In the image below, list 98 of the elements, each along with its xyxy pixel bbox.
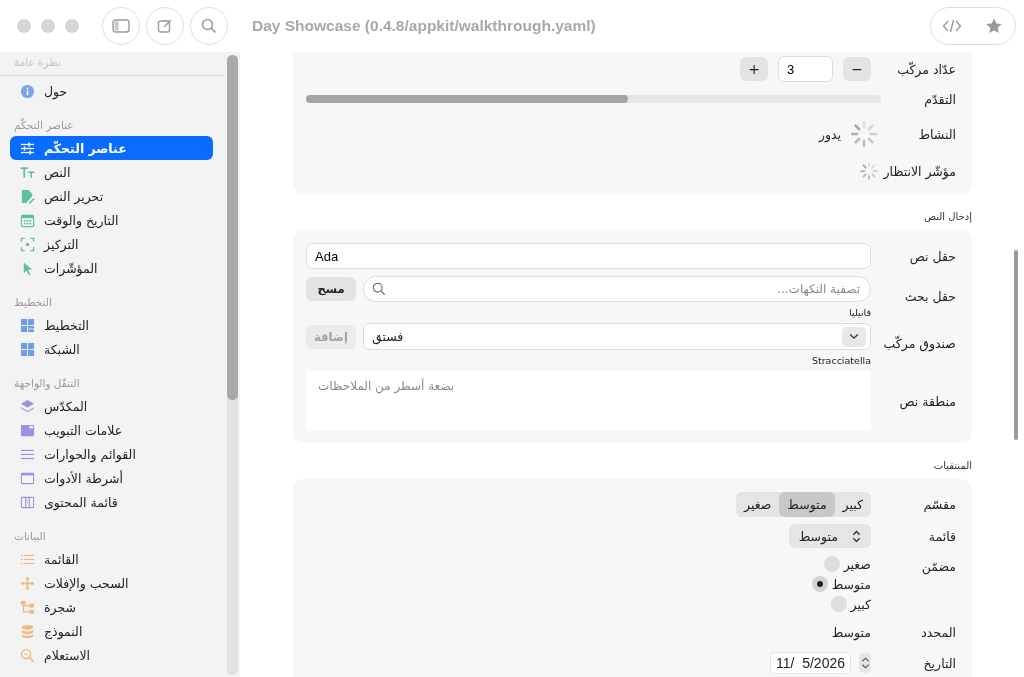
segment[interactable]: كبير	[834, 492, 871, 517]
dropdown-button[interactable]	[842, 326, 866, 347]
search-field[interactable]: تصفية النكهات...	[363, 276, 871, 302]
sidebar-item[interactable]: النص	[10, 160, 213, 184]
radio-option[interactable]: متوسط	[811, 575, 871, 593]
sidebar-item[interactable]: التركيز	[10, 232, 213, 256]
sidebar-item[interactable]: شجرة	[10, 595, 213, 619]
sidebar-item[interactable]: القوائم والحوارات	[10, 442, 213, 466]
date-stepper[interactable]	[859, 653, 871, 673]
sidebar-section-header: البيانات	[13, 529, 47, 544]
layout-icon	[20, 317, 35, 333]
segment[interactable]: متوسط	[779, 492, 835, 517]
segment[interactable]: صغير	[736, 492, 780, 517]
code-icon	[942, 19, 962, 33]
sidebar-item[interactable]: المكدّس	[10, 394, 213, 418]
text-field[interactable]: Ada	[306, 243, 871, 269]
text-size-icon	[20, 164, 35, 180]
radio-option[interactable]: كبير	[811, 595, 871, 613]
window-control[interactable]	[65, 19, 79, 33]
field-label: التاريخ	[922, 655, 956, 671]
database-icon	[20, 623, 35, 639]
search-icon	[201, 18, 217, 34]
chevron-down-icon	[849, 333, 859, 340]
sidebar-section-header: التنقّل والواجهة	[13, 376, 81, 392]
info-icon	[20, 83, 35, 99]
field-label: عدّاد مركّب	[896, 61, 956, 77]
radio-button[interactable]	[830, 596, 847, 612]
clear-button[interactable]: مسح	[306, 277, 356, 301]
sidebar-icon	[112, 19, 130, 33]
status-text: يدور	[818, 126, 841, 142]
search-button[interactable]	[190, 7, 228, 45]
number-field[interactable]: 3	[778, 56, 833, 82]
sidebar-item[interactable]: علامات التبويب	[10, 418, 213, 442]
sliders-icon	[20, 140, 35, 156]
calendar-icon	[20, 212, 35, 228]
compose-button[interactable]	[146, 7, 184, 45]
compose-icon	[157, 18, 173, 34]
radio-button[interactable]	[823, 556, 840, 572]
sidebar-item[interactable]: التاريخ والوقت	[10, 208, 213, 232]
tab-icon	[20, 422, 35, 438]
section-header: إدخال النص	[923, 210, 972, 225]
sidebar-item[interactable]: السحب والإفلات	[10, 571, 213, 595]
grid-icon	[20, 341, 35, 357]
field-label: المحدد	[920, 624, 956, 640]
focus-icon	[20, 236, 35, 252]
spinner-icon	[859, 161, 879, 181]
selection-note: Stracciatella	[811, 355, 871, 366]
field-label: صندوق مركّب	[882, 336, 956, 351]
scrollbar[interactable]	[1014, 250, 1018, 440]
sidebar-item[interactable]: تحرير النص	[10, 184, 213, 208]
field-label: مؤشّر الانتظار	[882, 163, 956, 179]
search-icon	[372, 282, 386, 296]
magnifier-icon	[20, 647, 35, 663]
field-label: النشاط	[917, 126, 956, 142]
radio-option[interactable]: صغير	[811, 555, 871, 573]
field-label: قائمة	[927, 528, 956, 544]
move-arrows-icon	[20, 575, 35, 591]
sidebar-item[interactable]: القائمة	[10, 547, 213, 571]
tree-icon	[20, 599, 35, 615]
sidebar-item[interactable]: الشبكة	[10, 337, 213, 361]
sidebar-item[interactable]: عناصر التحكّم	[10, 136, 213, 160]
date-field[interactable]: 11/ 5/2026	[769, 652, 851, 674]
sidebar-item[interactable]: الاستعلام	[10, 643, 213, 667]
field-label: منطقة نص	[898, 393, 956, 409]
window-control[interactable]	[17, 19, 31, 33]
popup-button[interactable]: متوسط	[788, 524, 871, 548]
window-icon	[20, 470, 35, 486]
radio-button[interactable]	[811, 576, 828, 592]
document-edit-icon	[20, 188, 35, 204]
sidebar-toggle-button[interactable]	[102, 7, 140, 45]
sidebar-item[interactable]: حول	[10, 79, 213, 103]
window-title: Day Showcase (0.4.8/appkit/walkthrough.yaml)	[252, 17, 597, 35]
scrollbar[interactable]	[227, 55, 238, 675]
field-label: التقدّم	[923, 91, 956, 107]
field-label: مضمّن	[920, 558, 956, 574]
sidebar-item[interactable]: أشرطة الأدوات	[10, 466, 213, 490]
selected-value: متوسط	[831, 624, 871, 640]
field-label: حقل بحث	[903, 288, 956, 304]
stack-icon	[20, 398, 35, 414]
sidebar-item[interactable]: التخطيط	[10, 313, 213, 337]
sidebar-section-header: عناصر التحكّم	[13, 117, 75, 134]
field-label: حقل نص	[908, 248, 956, 264]
section-header: المنتقيات	[932, 459, 972, 473]
up-down-chevron-icon	[852, 529, 861, 543]
up-down-chevron-icon	[860, 656, 870, 670]
sidebar-item[interactable]: النموذج	[10, 619, 213, 643]
window-control[interactable]	[41, 19, 55, 33]
sidebar-item[interactable]: المؤشّرات	[10, 256, 213, 280]
spinner-icon	[849, 119, 879, 149]
field-label: مقسّم	[922, 497, 956, 512]
sidebar-item[interactable]: قائمة المحتوى	[10, 490, 213, 514]
star-icon	[985, 17, 1003, 35]
selection-note: فانيليا	[849, 307, 871, 318]
increment-button[interactable]: +	[740, 57, 768, 81]
text-area[interactable]: بضعة أسطر من الملاحظات	[306, 371, 871, 431]
columns-icon	[20, 494, 35, 510]
decrement-button[interactable]: −	[843, 57, 871, 81]
sidebar-section-header: التخطيط	[13, 295, 53, 310]
